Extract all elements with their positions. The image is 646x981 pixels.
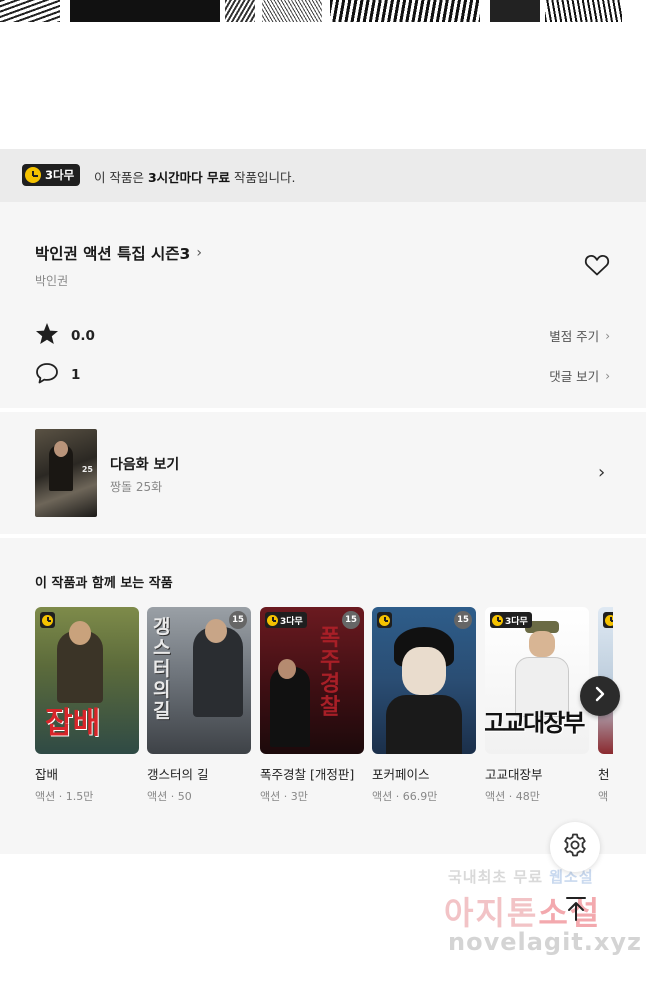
recommended-work-cover: 폭주경찰 3다무 15 xyxy=(260,607,364,754)
three-hour-free-badge: 3다무 xyxy=(490,612,532,628)
three-hour-free-badge: 3다무 xyxy=(22,164,81,186)
work-title-link[interactable]: 박인권 액션 특집 시즌3 › xyxy=(35,242,202,264)
recommended-work-title: 폭주경찰 [개정판] xyxy=(260,767,355,782)
rating-row: 0.0 xyxy=(35,322,95,349)
recommended-work-card[interactable]: 고교대장부 3다무 고교대장부 액션 · 48만 xyxy=(485,607,589,804)
clock-icon xyxy=(25,167,41,183)
recommended-work-card[interactable]: 갱스터의길 15 갱스터의 길 액션 · 50 xyxy=(147,607,251,804)
clock-icon xyxy=(379,614,390,626)
author-name: 박인권 xyxy=(35,274,69,288)
settings-button[interactable] xyxy=(550,822,600,872)
recommended-work-card[interactable]: 15 포커페이스 액션 · 66.9만 xyxy=(372,607,476,804)
clock-icon xyxy=(492,614,503,626)
three-hour-free-badge: 3다무 xyxy=(265,612,307,628)
chevron-right-icon: › xyxy=(598,462,606,483)
recommendations-heading: 이 작품과 함께 보는 작품 xyxy=(35,576,173,591)
site-watermark: 국내최초 무료 웹소설 아지톤소설 novelagit.xyz xyxy=(444,868,643,956)
view-comments-button[interactable]: 댓글 보기 › xyxy=(549,366,610,385)
rate-button-label: 별점 주기 xyxy=(549,329,600,344)
scroll-to-top-button[interactable] xyxy=(556,894,596,928)
recommended-work-title: 갱스터의 길 xyxy=(147,767,209,782)
chevron-right-icon: › xyxy=(605,368,610,383)
recommended-work-cover: 15 xyxy=(372,607,476,754)
recommended-work-card[interactable]: 폭주경찰 3다무 15 폭주경찰 [개정판] 액션 · 3만 xyxy=(260,607,364,804)
free-badge xyxy=(40,612,55,628)
age-15-badge: 15 xyxy=(454,611,472,629)
next-episode-subtitle: 짱돌 25화 xyxy=(110,480,163,494)
recommended-work-cover: 고교대장부 3다무 xyxy=(485,607,589,754)
recommended-work-meta: 액션 · 66.9만 xyxy=(372,790,438,803)
work-info-panel: 박인권 액션 특집 시즌3 › 박인권 0.0 별점 주기 › 1 댓글 보기 … xyxy=(0,202,646,408)
recommended-work-meta: 액션 · 1.5만 xyxy=(35,790,94,803)
recommended-work-meta: 액션 · 48만 xyxy=(485,790,540,803)
recommended-work-title: 잡배 xyxy=(35,767,59,782)
rating-value: 0.0 xyxy=(71,327,95,344)
recommendations-carousel[interactable]: 잡배 잡배 액션 · 1.5만 갱스터의길 15 갱스터의 길 액션 · 50 … xyxy=(35,607,613,837)
next-episode-row[interactable]: 25 다음화 보기 짱돌 25화 › xyxy=(0,412,646,534)
age-15-badge: 15 xyxy=(342,611,360,629)
recommended-work-meta: 액 xyxy=(598,790,609,803)
chevron-right-icon: › xyxy=(196,245,202,261)
heart-icon[interactable] xyxy=(584,253,610,277)
recommended-work-card[interactable]: 잡배 잡배 액션 · 1.5만 xyxy=(35,607,139,804)
comment-row: 1 xyxy=(35,362,80,388)
recommended-work-cover: 갱스터의길 15 xyxy=(147,607,251,754)
arrow-up-icon xyxy=(564,895,588,927)
next-episode-title: 다음화 보기 xyxy=(110,457,180,473)
work-title: 박인권 액션 특집 시즌3 xyxy=(35,245,191,263)
speech-bubble-icon xyxy=(35,362,59,388)
free-info-text: 이 작품은 3시간마다 무료 작품입니다. xyxy=(94,170,296,185)
rate-button[interactable]: 별점 주기 › xyxy=(549,326,610,345)
clock-icon xyxy=(267,614,278,626)
next-episode-thumbnail: 25 xyxy=(35,429,97,517)
free-info-banner: 3다무 이 작품은 3시간마다 무료 작품입니다. xyxy=(0,149,646,202)
chevron-right-icon xyxy=(593,686,607,707)
comment-count: 1 xyxy=(71,367,81,383)
free-badge xyxy=(603,612,613,628)
recommendations-section: 이 작품과 함께 보는 작품 잡배 잡배 액션 · 1.5만 갱스터의길 15 … xyxy=(0,538,646,854)
recommended-work-title: 고교대장부 xyxy=(485,767,543,782)
free-badge xyxy=(377,612,392,628)
carousel-next-button[interactable] xyxy=(580,676,620,716)
age-15-badge: 15 xyxy=(229,611,247,629)
clock-icon xyxy=(42,614,53,626)
recommended-work-cover: 잡배 xyxy=(35,607,139,754)
clock-icon xyxy=(605,614,613,626)
recommended-work-meta: 액션 · 3만 xyxy=(260,790,308,803)
recommended-work-title: 포커페이스 xyxy=(372,767,430,782)
badge-label: 3다무 xyxy=(45,168,75,182)
gear-icon xyxy=(562,832,588,862)
view-comments-label: 댓글 보기 xyxy=(549,369,600,384)
chevron-right-icon: › xyxy=(605,328,610,343)
star-icon xyxy=(35,322,59,349)
recommended-work-title: 천 xyxy=(598,767,610,782)
recommended-work-meta: 액션 · 50 xyxy=(147,790,192,803)
episode-art-strip xyxy=(0,0,622,22)
